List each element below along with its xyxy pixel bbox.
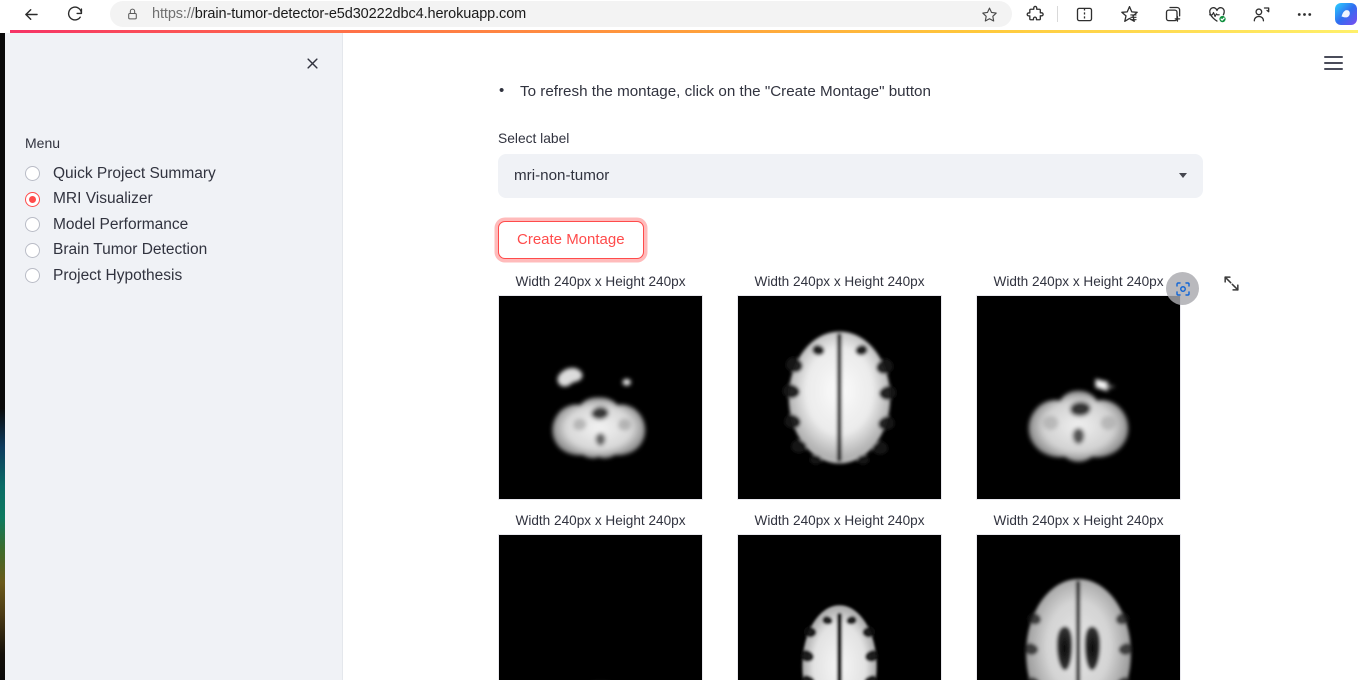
- montage-cell: Width 240px x Height 240px: [976, 274, 1181, 500]
- hamburger-line: [1323, 61, 1343, 65]
- mri-scan-graphic: [977, 534, 1180, 680]
- montage-grid: Width 240px x Height 240px Width 240px x…: [498, 274, 1204, 680]
- sidebar-close-button[interactable]: [296, 47, 328, 79]
- mri-scan-graphic: [977, 295, 1180, 499]
- sidebar: Menu Quick Project Summary MRI Visualize…: [5, 33, 343, 680]
- mri-image[interactable]: [737, 533, 942, 680]
- sidebar-item-mri-visualizer[interactable]: MRI Visualizer: [25, 187, 325, 213]
- sidebar-item-label: Quick Project Summary: [53, 164, 216, 182]
- sidebar-menu-heading: Menu: [25, 135, 61, 151]
- url-scheme: https://: [152, 6, 195, 22]
- sidebar-item-label: Model Performance: [53, 215, 189, 233]
- toolbar-divider: [1057, 6, 1058, 22]
- mri-image[interactable]: [737, 294, 942, 500]
- montage-cell: Width 240px x Height 240px: [498, 513, 703, 680]
- radio-circle-icon: [25, 242, 40, 258]
- expand-image-icon[interactable]: [1222, 274, 1241, 293]
- collections-icon[interactable]: [1119, 4, 1140, 25]
- mri-scan-graphic: [499, 295, 702, 499]
- montage-caption: Width 240px x Height 240px: [515, 273, 686, 289]
- radio-circle-icon: [25, 166, 40, 182]
- ellipsis-icon[interactable]: [1294, 4, 1315, 25]
- copilot-icon[interactable]: [1334, 2, 1358, 26]
- chevron-down-icon: [1179, 173, 1187, 179]
- label-select[interactable]: mri-non-tumor: [498, 153, 1203, 198]
- sidebar-item-brain-tumor-detection[interactable]: Brain Tumor Detection: [25, 238, 325, 264]
- instruction-item: To refresh the montage, click on the "Cr…: [499, 80, 1204, 104]
- sidebar-item-label: Brain Tumor Detection: [53, 241, 208, 259]
- mri-scan-graphic: [738, 534, 941, 680]
- sidebar-item-model-performance[interactable]: Model Performance: [25, 212, 325, 238]
- add-to-collections-icon[interactable]: [1163, 4, 1184, 25]
- sidebar-item-label: MRI Visualizer: [53, 190, 153, 208]
- url-host: brain-tumor-detector-e5d30222dbc4.heroku…: [194, 6, 527, 22]
- montage-cell: Width 240px x Height 240px: [976, 513, 1181, 680]
- visual-search-icon[interactable]: [1166, 272, 1199, 305]
- sidebar-item-quick-project-summary[interactable]: Quick Project Summary: [25, 161, 325, 187]
- mri-image[interactable]: [498, 533, 703, 680]
- content-column: To refresh the montage, click on the "Cr…: [498, 33, 1204, 680]
- hamburger-menu-icon[interactable]: [1316, 47, 1350, 79]
- montage-caption: Width 240px x Height 240px: [515, 512, 686, 528]
- url-text: https://brain-tumor-detector-e5d30222dbc…: [152, 6, 526, 22]
- montage-cell: Width 240px x Height 240px: [737, 274, 942, 500]
- montage-cell: Width 240px x Height 240px: [498, 274, 703, 500]
- radio-circle-selected-icon: [25, 191, 40, 207]
- instructions-list: To refresh the montage, click on the "Cr…: [498, 80, 1204, 104]
- main-content: To refresh the montage, click on the "Cr…: [344, 33, 1358, 680]
- select-label: Select label: [498, 130, 570, 146]
- share-icon[interactable]: [1251, 4, 1272, 25]
- montage-caption: Width 240px x Height 240px: [993, 273, 1164, 289]
- reload-button[interactable]: [60, 1, 90, 27]
- back-button[interactable]: [16, 1, 46, 27]
- mri-image[interactable]: [976, 533, 1181, 680]
- extensions-icon[interactable]: [1025, 4, 1046, 25]
- mri-scan-graphic: [738, 295, 941, 499]
- montage-cell: Width 240px x Height 240px: [737, 513, 942, 680]
- address-bar[interactable]: https://brain-tumor-detector-e5d30222dbc…: [110, 1, 1012, 27]
- radio-circle-icon: [25, 217, 40, 233]
- radio-circle-icon: [25, 268, 40, 284]
- reload-icon: [67, 6, 83, 21]
- sidebar-item-project-hypothesis[interactable]: Project Hypothesis: [25, 263, 325, 289]
- favorite-star-icon[interactable]: [981, 6, 998, 23]
- montage-caption: Width 240px x Height 240px: [754, 273, 925, 289]
- hamburger-line: [1323, 68, 1343, 71]
- create-montage-button[interactable]: Create Montage: [498, 220, 644, 259]
- montage-caption: Width 240px x Height 240px: [754, 512, 925, 528]
- browser-toolbar: https://brain-tumor-detector-e5d30222dbc…: [0, 0, 1358, 28]
- sidebar-radio-group[interactable]: Quick Project Summary MRI Visualizer Mod…: [25, 161, 325, 289]
- split-screen-icon[interactable]: [1074, 4, 1095, 25]
- sidebar-item-label: Project Hypothesis: [53, 266, 183, 284]
- mri-scan-graphic: [499, 534, 702, 680]
- montage-caption: Width 240px x Height 240px: [993, 512, 1164, 528]
- hamburger-line: [1323, 55, 1343, 58]
- browser-essentials-icon[interactable]: [1206, 4, 1227, 25]
- mri-image[interactable]: [976, 294, 1181, 500]
- close-icon: [306, 57, 318, 69]
- lock-icon: [124, 6, 140, 22]
- mri-image[interactable]: [498, 294, 703, 500]
- back-arrow-icon: [24, 8, 38, 20]
- select-selected-value: mri-non-tumor: [514, 167, 610, 185]
